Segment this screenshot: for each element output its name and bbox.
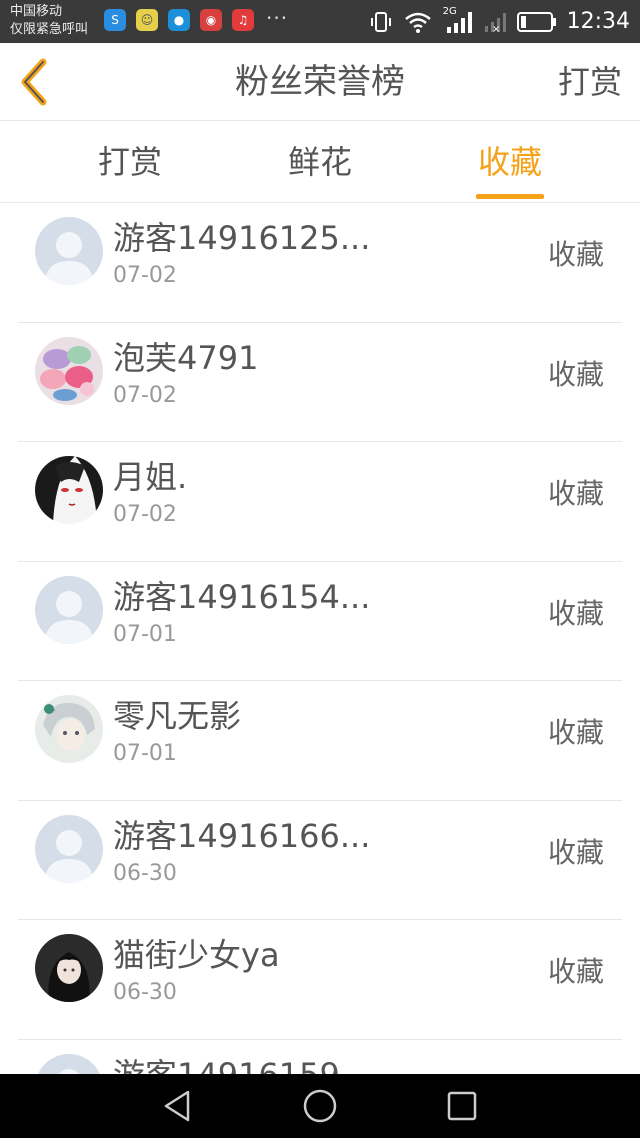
emergency-only-text: 仅限紧急呼叫 — [10, 22, 89, 37]
system-nav-bar — [0, 1074, 640, 1138]
list-item[interactable]: 泡芙4791 07-02 收藏 — [18, 323, 622, 442]
tab-label: 打赏 — [97, 143, 162, 181]
favorite-label: 收藏 — [547, 835, 604, 869]
user-name: 月姐. — [113, 458, 188, 496]
user-name: 游客14916125... — [113, 219, 371, 257]
default-avatar-icon — [35, 814, 103, 883]
item-date: 06-30 — [113, 860, 177, 886]
tab-label: 鲜花 — [287, 143, 352, 181]
triangle-back-icon — [164, 1090, 190, 1122]
fan-list: 游客14916125... 07-02 收藏 泡芙4791 07-02 收藏 月… — [0, 203, 640, 1074]
sogou-icon: S — [104, 9, 126, 31]
user-name: 游客14916154... — [113, 577, 371, 616]
anime-dark-avatar-image — [35, 456, 103, 524]
item-date: 07-01 — [113, 741, 177, 766]
clock: 12:34 — [566, 9, 630, 34]
list-item[interactable]: 游客14916166... 06-30 收藏 — [18, 801, 622, 920]
item-date: 07-02 — [113, 502, 177, 527]
square-recents-icon — [447, 1091, 477, 1121]
list-item[interactable]: 月姐. 07-02 收藏 — [18, 442, 622, 562]
favorite-label: 收藏 — [547, 477, 604, 510]
back-button[interactable] — [14, 55, 54, 109]
carrier-info: 中国移动 仅限紧急呼叫 — [10, 3, 88, 39]
user-name: 泡芙4791 — [113, 338, 259, 377]
anime-light-avatar-image — [35, 695, 103, 763]
no-sim-signal-icon: × — [484, 12, 506, 34]
list-item[interactable]: 游客14916125... 07-02 收藏 — [18, 203, 622, 323]
avatar — [35, 575, 103, 644]
tab-favorites[interactable]: 收藏 — [445, 121, 575, 203]
nav-home-button[interactable] — [300, 1088, 340, 1124]
wifi-icon — [404, 12, 431, 33]
browser-icon: ◉ — [200, 9, 222, 31]
item-date: 07-02 — [113, 263, 177, 288]
list-item[interactable]: 游客14916159... 收藏 — [18, 1040, 622, 1075]
favorite-label: 收藏 — [547, 955, 604, 988]
music-icon: ♫ — [232, 9, 254, 31]
tab-reward[interactable]: 打赏 — [65, 121, 195, 203]
item-date: 07-01 — [113, 621, 177, 647]
default-avatar-icon — [35, 217, 103, 285]
more-notifications-icon: ··· — [266, 6, 289, 30]
item-date: 07-02 — [113, 382, 177, 408]
status-indicators: 2G × 12:34 — [369, 0, 630, 43]
avatar — [35, 934, 103, 1002]
default-avatar-icon — [35, 1053, 103, 1074]
favorite-label: 收藏 — [547, 596, 604, 630]
reward-button[interactable]: 打赏 — [558, 43, 622, 121]
nav-back-button[interactable] — [158, 1088, 198, 1124]
tab-flowers[interactable]: 鲜花 — [255, 121, 385, 203]
list-item[interactable]: 猫街少女ya 06-30 收藏 — [18, 920, 622, 1040]
user-name: 游客14916166... — [113, 816, 371, 855]
carrier-name: 中国移动 — [10, 4, 63, 19]
chat-bubble-icon: ☺ — [136, 9, 158, 31]
favorite-label: 收藏 — [547, 238, 604, 271]
vibrate-icon — [370, 11, 391, 32]
user-name: 游客14916159... — [113, 1050, 370, 1075]
list-item[interactable]: 零凡无影 07-01 收藏 — [18, 681, 622, 801]
circle-home-icon — [303, 1089, 337, 1123]
item-date: 06-30 — [113, 980, 177, 1005]
page-title: 粉丝荣誉榜 — [235, 62, 405, 102]
user-name: 零凡无影 — [113, 697, 242, 735]
message-icon: ● — [168, 9, 190, 31]
avatar — [35, 695, 103, 763]
svg-text:×: × — [492, 24, 500, 34]
user-name: 猫街少女ya — [113, 936, 280, 974]
avatar — [35, 456, 103, 524]
signal-icon: 2G — [442, 5, 473, 35]
tab-label: 收藏 — [477, 143, 542, 181]
notification-icons: S ☺ ● ◉ ♫ — [104, 9, 254, 31]
photo-dark-avatar-image — [35, 934, 103, 1002]
back-arrow-icon — [21, 58, 47, 106]
avatar — [35, 1053, 103, 1074]
active-tab-indicator — [476, 194, 544, 199]
list-item[interactable]: 游客14916154... 07-01 收藏 — [18, 562, 622, 681]
favorite-label: 收藏 — [547, 716, 604, 749]
avatar — [35, 217, 103, 285]
avatar — [35, 814, 103, 883]
default-avatar-icon — [35, 575, 103, 644]
tab-bar: 打赏 鲜花 收藏 — [0, 121, 640, 203]
nav-recents-button[interactable] — [442, 1088, 482, 1124]
status-bar: 中国移动 仅限紧急呼叫 S ☺ ● ◉ ♫ ··· 2G × 12:34 — [0, 0, 640, 43]
avatar — [35, 336, 103, 405]
battery-icon — [516, 11, 556, 32]
network-type: 2G — [442, 5, 457, 17]
favorite-label: 收藏 — [547, 357, 604, 391]
app-header: 粉丝荣誉榜 打赏 — [0, 43, 640, 121]
macarons-avatar-image — [35, 336, 103, 405]
